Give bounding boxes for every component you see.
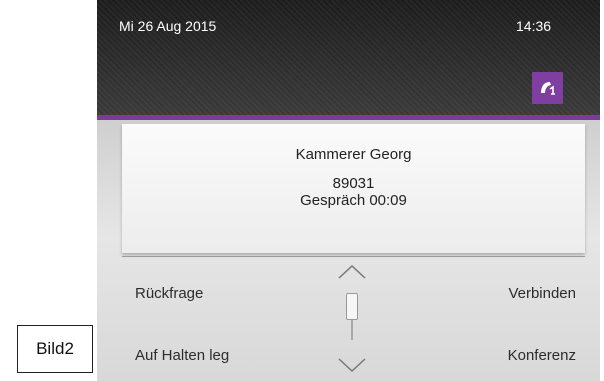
softkey-rueckfrage[interactable]: Rückfrage [135,285,203,302]
softkey-auf-halten[interactable]: Auf Halten leg [135,347,229,364]
chevron-up-icon[interactable] [337,264,367,280]
softkey-konferenz[interactable]: Konferenz [508,347,576,364]
phone-display: Mi 26 Aug 2015 14:36 Kammerer Georg 8903… [97,0,600,381]
chevron-down-icon[interactable] [337,357,367,373]
status-bar: Mi 26 Aug 2015 14:36 [97,0,600,118]
handset-icon [540,82,555,95]
caller-name: Kammerer Georg [295,146,412,163]
softkey-divider [122,256,585,257]
time-label: 14:36 [516,18,552,34]
date-label: Mi 26 Aug 2015 [119,18,217,34]
figure-caption: Bild2 [17,325,93,373]
scroll-thumb[interactable] [346,293,358,320]
call-duration: Gespräch 00:09 [300,192,407,209]
softkey-verbinden[interactable]: Verbinden [508,285,576,302]
caller-card: Kammerer Georg 89031 Gespräch 00:09 [122,124,585,253]
caller-number: 89031 [332,175,375,192]
call-handset-button[interactable] [532,72,563,104]
caption-label: Bild2 [36,339,74,358]
